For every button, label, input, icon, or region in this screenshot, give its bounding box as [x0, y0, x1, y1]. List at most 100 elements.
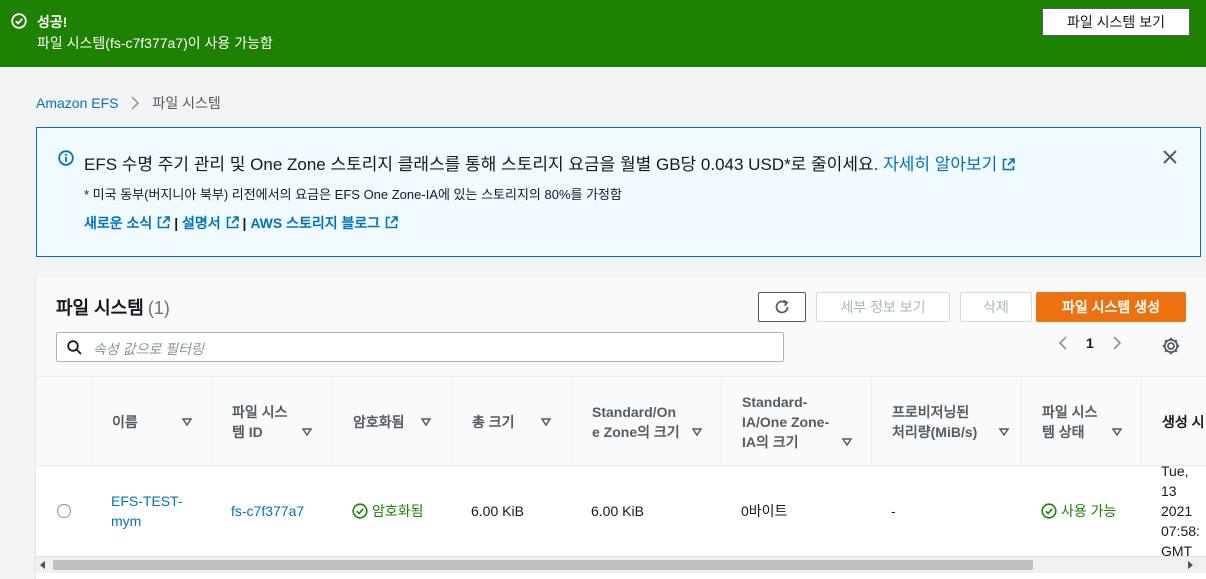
- refresh-button[interactable]: [758, 292, 806, 322]
- info-headline-text: EFS 수명 주기 관리 및 One Zone 스토리지 클래스를 통해 스토리…: [84, 155, 879, 174]
- sort-caret-icon: [182, 418, 192, 426]
- column-label: 이름: [112, 414, 138, 430]
- column-label: Standard/On: [592, 404, 677, 420]
- delete-button[interactable]: 삭제: [960, 292, 1032, 322]
- check-circle-icon: [352, 503, 368, 519]
- external-link-icon: [157, 216, 171, 229]
- flash-message: 파일 시스템(fs-c7f377a7)이 사용 가능함: [37, 35, 273, 51]
- scroll-left-icon[interactable]: [39, 561, 47, 569]
- column-label: 템 ID: [232, 424, 263, 440]
- breadcrumb: Amazon EFS 파일 시스템: [36, 93, 221, 113]
- throughput-cell: -: [891, 503, 896, 519]
- scroll-right-icon[interactable]: [1186, 561, 1194, 569]
- column-header-ia-size[interactable]: Standard- IA/One Zone- IA의 크기: [721, 378, 871, 466]
- created-part: 07:58:: [1161, 523, 1200, 539]
- external-link-icon: [1002, 158, 1016, 171]
- column-header-encrypted[interactable]: 암호화됨: [332, 378, 451, 466]
- table-row[interactable]: EFS-TEST-mym fs-c7f377a7 암호화됨 6.00 KiB 6…: [36, 463, 1206, 559]
- view-details-button[interactable]: 세부 정보 보기: [816, 292, 950, 322]
- external-link-icon: [385, 216, 398, 229]
- horizontal-scrollbar[interactable]: [36, 556, 1206, 573]
- learn-more-link[interactable]: 자세히 알아보기: [883, 155, 1016, 174]
- column-header-file-system-id[interactable]: 파일 시스템 ID: [211, 378, 332, 466]
- column-label: IA/One Zone-: [742, 414, 830, 430]
- column-label: 총 크기: [472, 414, 515, 430]
- column-header-total-size[interactable]: 총 크기: [451, 378, 571, 466]
- table-header: 파일 시스템 (1) 세부 정보 보기 삭제 파일 시스템 생성 속성 값으로 필…: [36, 277, 1206, 377]
- file-systems-table: 파일 시스템 (1) 세부 정보 보기 삭제 파일 시스템 생성 속성 값으로 필…: [36, 277, 1206, 579]
- column-label: e Zone의 크기: [592, 424, 680, 440]
- table-title: 파일 시스템 (1): [56, 294, 170, 320]
- total-size-cell: 6.00 KiB: [471, 503, 524, 519]
- sort-caret-icon: [302, 428, 312, 436]
- success-flashbar: 성공! 파일 시스템(fs-c7f377a7)이 사용 가능함 파일 시스템 보…: [0, 0, 1206, 67]
- available-status: 사용 가능: [1041, 501, 1116, 521]
- encrypted-status: 암호화됨: [352, 501, 424, 521]
- state-cell: 사용 가능: [1021, 466, 1116, 556]
- create-file-system-button[interactable]: 파일 시스템 생성: [1036, 292, 1186, 322]
- table-count: (1): [147, 298, 170, 318]
- previous-page-icon[interactable]: [1056, 335, 1070, 351]
- sort-caret-icon: [1112, 428, 1122, 436]
- info-links: 새로운 소식 | 설명서 | AWS 스토리지 블로그: [84, 213, 398, 233]
- external-link-icon: [226, 216, 239, 229]
- table-column-headers: 이름 파일 시스템 ID 암호화됨 총 크기 Standard/On e Zone…: [36, 378, 1206, 466]
- close-icon[interactable]: [1161, 148, 1179, 166]
- table-title-text: 파일 시스템: [56, 298, 144, 318]
- created-part: Tue, 13: [1161, 463, 1189, 499]
- breadcrumb-amazon-efs[interactable]: Amazon EFS: [36, 95, 118, 111]
- sort-caret-icon: [692, 428, 702, 436]
- encrypted-cell: 암호화됨: [332, 466, 424, 556]
- column-header-name[interactable]: 이름: [91, 378, 211, 466]
- breadcrumb-current: 파일 시스템: [152, 95, 221, 111]
- search-input[interactable]: 속성 값으로 필터링: [93, 339, 204, 359]
- column-header-standard-size[interactable]: Standard/On e Zone의 크기: [571, 378, 721, 466]
- storage-blog-link[interactable]: AWS 스토리지 블로그: [250, 215, 398, 231]
- search-icon: [67, 340, 82, 355]
- column-label: 암호화됨: [353, 414, 405, 430]
- column-label: 처리량(MiB/s): [892, 424, 978, 440]
- documentation-link[interactable]: 설명서: [182, 215, 239, 231]
- gear-icon[interactable]: [1161, 336, 1181, 356]
- state-label: 사용 가능: [1061, 503, 1117, 519]
- sort-caret-icon: [421, 418, 431, 426]
- whats-new-label: 새로운 소식: [84, 215, 153, 231]
- success-check-icon: [11, 13, 27, 29]
- file-system-id-link[interactable]: fs-c7f377a7: [211, 466, 304, 556]
- storage-blog-label: AWS 스토리지 블로그: [250, 215, 381, 231]
- info-headline: EFS 수명 주기 관리 및 One Zone 스토리지 클래스를 통해 스토리…: [84, 150, 1016, 175]
- documentation-label: 설명서: [182, 215, 221, 231]
- created-part: 2021: [1161, 503, 1193, 519]
- column-header-file-system-state[interactable]: 파일 시스템 상태: [1021, 378, 1141, 466]
- current-page[interactable]: 1: [1086, 335, 1094, 351]
- row-select-radio[interactable]: [57, 504, 71, 518]
- link-separator: |: [242, 215, 247, 231]
- column-label: IA의 크기: [742, 434, 799, 450]
- chevron-right-icon: [131, 96, 140, 110]
- sort-caret-icon: [541, 418, 551, 426]
- column-header-creation-time[interactable]: 생성 시: [1141, 378, 1206, 466]
- column-label: 파일 시스: [232, 404, 288, 420]
- info-alert: EFS 수명 주기 관리 및 One Zone 스토리지 클래스를 통해 스토리…: [36, 127, 1201, 257]
- info-icon: [58, 150, 74, 166]
- whats-new-link[interactable]: 새로운 소식: [84, 215, 171, 231]
- column-label: 생성 시: [1162, 414, 1205, 430]
- check-circle-icon: [1041, 503, 1057, 519]
- file-system-name-link[interactable]: EFS-TEST-mym: [91, 466, 183, 556]
- encrypted-label: 암호화됨: [372, 503, 424, 519]
- flash-title: 성공!: [37, 14, 68, 30]
- next-page-icon[interactable]: [1110, 335, 1124, 351]
- column-label: 템 상태: [1042, 424, 1085, 440]
- scrollbar-thumb[interactable]: [53, 560, 1033, 570]
- view-file-system-button[interactable]: 파일 시스템 보기: [1042, 8, 1190, 36]
- sort-caret-icon: [999, 428, 1009, 436]
- info-footnote: * 미국 동부(버지니아 북부) 리전에서의 요금은 EFS One Zone-…: [84, 187, 622, 202]
- standard-size-cell: 6.00 KiB: [591, 503, 644, 519]
- creation-time-cell: Tue, 13 2021 07:58: GMT: [1141, 463, 1206, 559]
- filter-search-field[interactable]: 속성 값으로 필터링: [56, 332, 784, 362]
- ia-size-cell: 0바이트: [741, 503, 788, 519]
- column-label: 프로비저닝된: [892, 404, 970, 420]
- name-part: mym: [111, 513, 142, 529]
- column-label: 파일 시스: [1042, 404, 1098, 420]
- column-header-provisioned-throughput[interactable]: 프로비저닝된처리량(MiB/s): [871, 378, 1021, 466]
